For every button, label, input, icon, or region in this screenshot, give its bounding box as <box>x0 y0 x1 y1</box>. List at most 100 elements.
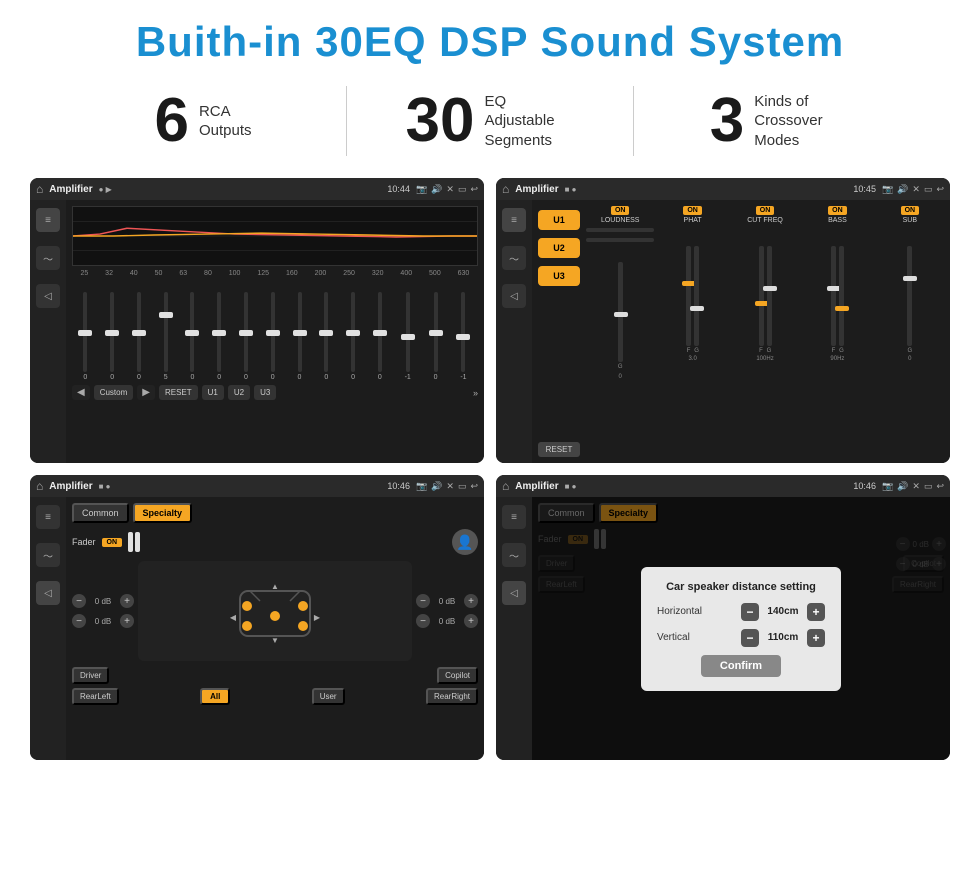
eq-thumb-9[interactable] <box>319 330 333 336</box>
eq-u2-button[interactable]: U2 <box>228 385 250 400</box>
cutfreq-v1[interactable] <box>759 246 764 346</box>
vol-left2-plus[interactable]: + <box>120 614 134 628</box>
rearright-button[interactable]: RearRight <box>426 688 478 705</box>
cutfreq-v2[interactable] <box>767 246 772 346</box>
preset-u3[interactable]: U3 <box>538 266 580 286</box>
eq-prev-button[interactable]: ◀ <box>72 385 90 400</box>
eq-track-7[interactable] <box>271 292 275 372</box>
preset-u2[interactable]: U2 <box>538 238 580 258</box>
eq-thumb-1[interactable] <box>105 330 119 336</box>
svg-text:◀: ◀ <box>230 613 237 622</box>
eq-thumb-11[interactable] <box>373 330 387 336</box>
wave-icon-3[interactable]: 〜 <box>36 543 60 567</box>
wave-icon-4[interactable]: 〜 <box>502 543 526 567</box>
phat-v2[interactable] <box>694 246 699 346</box>
speaker-icon-4[interactable]: ◁ <box>502 581 526 605</box>
eq-thumb-8[interactable] <box>293 330 307 336</box>
speaker-icon[interactable]: ◁ <box>36 284 60 308</box>
eq-track-11[interactable] <box>378 292 382 372</box>
bass-v1[interactable] <box>831 246 836 346</box>
eq-thumb-7[interactable] <box>266 330 280 336</box>
eq-thumb-3[interactable] <box>159 312 173 318</box>
eq-custom-button[interactable]: Custom <box>94 385 134 400</box>
horizontal-minus-button[interactable]: − <box>741 603 759 621</box>
eq-next-button[interactable]: ▶ <box>137 385 155 400</box>
eq-u1-button[interactable]: U1 <box>202 385 224 400</box>
vertical-minus-button[interactable]: − <box>741 629 759 647</box>
eq-u3-button[interactable]: U3 <box>254 385 276 400</box>
vertical-plus-button[interactable]: + <box>807 629 825 647</box>
bass-on[interactable]: ON <box>828 206 847 215</box>
stat-crossover-label: Kinds ofCrossover Modes <box>754 92 844 151</box>
eq-track-14[interactable] <box>461 292 465 372</box>
eq-icon-2[interactable]: ≡ <box>502 208 526 232</box>
vol-left1-minus[interactable]: − <box>72 594 86 608</box>
loudness-v1[interactable] <box>618 262 623 362</box>
tab-specialty[interactable]: Specialty <box>133 503 193 523</box>
loudness-slider-h2[interactable] <box>586 238 654 242</box>
vol-left1-plus[interactable]: + <box>120 594 134 608</box>
loudness-slider-h[interactable] <box>586 228 654 232</box>
tab-common[interactable]: Common <box>72 503 129 523</box>
fader-s2[interactable] <box>135 532 140 552</box>
eq-slider-5: 0 <box>217 292 221 381</box>
eq-track-3[interactable] <box>164 292 168 372</box>
eq-reset-button[interactable]: RESET <box>159 385 198 400</box>
fader-on-badge[interactable]: ON <box>102 538 123 547</box>
phat-v1[interactable] <box>686 246 691 346</box>
eq-thumb-6[interactable] <box>239 330 253 336</box>
eq-icon[interactable]: ≡ <box>36 208 60 232</box>
eq-icon-4[interactable]: ≡ <box>502 505 526 529</box>
eq-track-10[interactable] <box>351 292 355 372</box>
confirm-button[interactable]: Confirm <box>701 655 781 677</box>
all-button[interactable]: All <box>200 688 230 705</box>
sub-v1[interactable] <box>907 246 912 346</box>
vol-left2-minus[interactable]: − <box>72 614 86 628</box>
crossover-reset-button[interactable]: RESET <box>538 442 580 457</box>
speaker-icon-2[interactable]: ◁ <box>502 284 526 308</box>
driver-button[interactable]: Driver <box>72 667 109 684</box>
loudness-on[interactable]: ON <box>611 206 630 215</box>
eq-track-13[interactable] <box>434 292 438 372</box>
eq-track-12[interactable] <box>406 292 410 372</box>
eq-track-9[interactable] <box>324 292 328 372</box>
eq-track-8[interactable] <box>298 292 302 372</box>
bass-v2[interactable] <box>839 246 844 346</box>
eq-track-6[interactable] <box>244 292 248 372</box>
fader-s1[interactable] <box>128 532 133 552</box>
eq-track-1[interactable] <box>110 292 114 372</box>
vol-right2-minus[interactable]: − <box>416 614 430 628</box>
speaker-icon-3[interactable]: ◁ <box>36 581 60 605</box>
eq-thumb-13[interactable] <box>429 330 443 336</box>
eq-thumb-14[interactable] <box>456 334 470 340</box>
vol-right1-minus[interactable]: − <box>416 594 430 608</box>
eq-track-4[interactable] <box>190 292 194 372</box>
eq-track-5[interactable] <box>217 292 221 372</box>
horizontal-plus-button[interactable]: + <box>807 603 825 621</box>
phat-on[interactable]: ON <box>683 206 702 215</box>
vol-right2-plus[interactable]: + <box>464 614 478 628</box>
eq-thumb-4[interactable] <box>185 330 199 336</box>
eq-thumb-2[interactable] <box>132 330 146 336</box>
user-button[interactable]: User <box>312 688 345 705</box>
vol-right1-plus[interactable]: + <box>464 594 478 608</box>
eq-slider-2: 0 <box>137 292 141 381</box>
preset-u1[interactable]: U1 <box>538 210 580 230</box>
panel1-sidebar: ≡ 〜 ◁ <box>30 200 66 463</box>
copilot-button[interactable]: Copilot <box>437 667 478 684</box>
loudness-sliders-v: G <box>618 250 623 370</box>
cutfreq-on[interactable]: ON <box>756 206 775 215</box>
sub-on[interactable]: ON <box>901 206 920 215</box>
rearleft-button[interactable]: RearLeft <box>72 688 119 705</box>
panel2-title: Amplifier <box>515 184 558 195</box>
eq-track-0[interactable] <box>83 292 87 372</box>
eq-thumb-5[interactable] <box>212 330 226 336</box>
eq-thumb-0[interactable] <box>78 330 92 336</box>
eq-icon-3[interactable]: ≡ <box>36 505 60 529</box>
eq-thumb-12[interactable] <box>401 334 415 340</box>
distance-dialog: Car speaker distance setting Horizontal … <box>641 567 841 691</box>
eq-thumb-10[interactable] <box>346 330 360 336</box>
eq-track-2[interactable] <box>137 292 141 372</box>
wave-icon-2[interactable]: 〜 <box>502 246 526 270</box>
wave-icon[interactable]: 〜 <box>36 246 60 270</box>
